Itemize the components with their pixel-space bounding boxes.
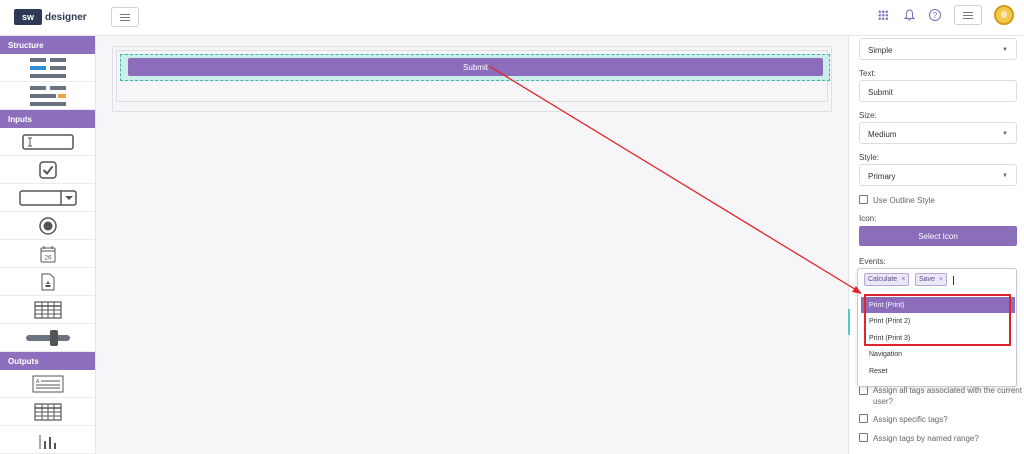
annotation-arrow [488, 65, 862, 294]
